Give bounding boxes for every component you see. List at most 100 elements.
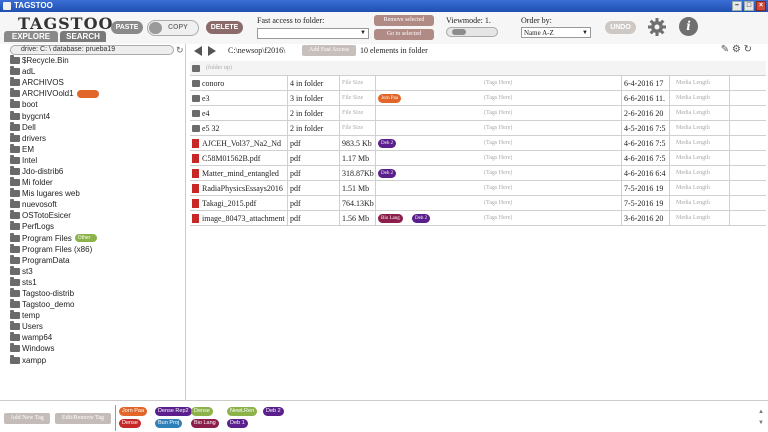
file-row[interactable]: e5 32 2 in folder File Size (Tags Here) 4-5-…: [190, 121, 766, 136]
tree-item[interactable]: Intel: [10, 154, 99, 166]
tree-item[interactable]: drivers: [10, 132, 99, 144]
scroll-down-icon[interactable]: ▼: [758, 420, 766, 428]
file-row[interactable]: C58M01562B.pdf pdf 1.17 Mb (Tags Here) 4-6-2…: [190, 151, 766, 166]
minimize-button[interactable]: –: [732, 1, 742, 11]
folder-icon: [10, 177, 20, 187]
tree-item[interactable]: Tagstoo_demo: [10, 299, 99, 310]
tree-item[interactable]: Program Files Other: [10, 232, 99, 244]
tree-item[interactable]: wamp64: [10, 332, 99, 343]
back-arrow-icon[interactable]: [194, 46, 202, 56]
pool-tag[interactable]: Deb 1: [227, 419, 248, 428]
tree-item[interactable]: EM: [10, 143, 99, 155]
tree-item[interactable]: xampp: [10, 354, 99, 366]
file-tags: Bio Lang Deb 2 (Tags Here): [376, 211, 622, 226]
info-icon[interactable]: i: [679, 17, 698, 36]
remove-selected-button[interactable]: Remove selected: [374, 15, 434, 26]
file-tag[interactable]: Deb 2: [378, 169, 397, 178]
tree-item[interactable]: Program Files (x86): [10, 243, 99, 255]
go-selected-button[interactable]: Go to selected: [374, 29, 434, 40]
file-name: image_80473_attachment: [190, 211, 288, 226]
tree-item[interactable]: ProgramData: [10, 254, 99, 266]
pool-tag[interactable]: Deb 2: [263, 407, 284, 416]
tree-item-label: Windows: [22, 344, 55, 354]
file-row[interactable]: e4 2 in folder File Size (Tags Here) 2-6-201…: [190, 106, 766, 121]
file-tag[interactable]: Jorn Paa: [378, 94, 402, 103]
file-type: pdf: [288, 211, 340, 226]
viewmode-slider-thumb[interactable]: [451, 29, 466, 35]
tree-item[interactable]: Mis lugares web: [10, 188, 99, 199]
tab-explore[interactable]: EXPLORE: [4, 31, 58, 42]
toolbar-icons[interactable]: ✎ ⚙ ↻: [721, 44, 752, 55]
tree-item[interactable]: Dell: [10, 121, 99, 133]
tree-item[interactable]: OSTotoEsicer: [10, 210, 99, 221]
tree-item-label: $Recycle.Bin: [22, 56, 69, 66]
pool-tag[interactable]: Dense Rep2: [155, 407, 192, 416]
file-row[interactable]: AJCEH_Vol37_Na2_Nd pdf 983.5 Kb Deb 2 (Tags …: [190, 136, 766, 151]
file-tag[interactable]: Bio Lang: [378, 214, 403, 223]
orderby-select[interactable]: Name A-Z ▼: [521, 27, 591, 38]
folder-icon: [10, 288, 20, 298]
file-row[interactable]: RadiaPhysicsEssays2016 pdf 1.51 Mb (Tags He…: [190, 181, 766, 196]
pool-tag[interactable]: Jorn Paa: [119, 407, 148, 416]
tree-item-label: bygcnt4: [22, 111, 51, 121]
tree-item[interactable]: ARCHIVOold1: [10, 88, 99, 99]
pool-tag[interactable]: Bio Lang: [191, 419, 219, 428]
tree-item[interactable]: Tagstoo-distrib: [10, 288, 99, 299]
file-tag[interactable]: Deb 2: [378, 139, 397, 148]
media-length: Media Length: [670, 121, 730, 136]
undo-button[interactable]: UNDO: [605, 21, 636, 34]
tag-bar: Add New Tag Edit/Remove Tag Jorn Paa Dens…: [0, 400, 768, 432]
tree-item-tag[interactable]: Other: [74, 234, 97, 243]
tab-search[interactable]: SEARCH: [60, 31, 106, 42]
pool-tag[interactable]: Dense: [191, 407, 213, 416]
file-row[interactable]: conoro 4 in folder File Size (Tags Here) 6-4…: [190, 76, 766, 91]
window-title: TAGSTOO: [14, 1, 53, 10]
pool-tag[interactable]: Dense: [119, 419, 141, 428]
tree-item-label: sts1: [22, 277, 37, 287]
tree-item[interactable]: Mi folder: [10, 177, 99, 188]
folder-icon: [192, 65, 200, 72]
tree-item[interactable]: ARCHIVOS: [10, 77, 99, 88]
tree-item[interactable]: Windows: [10, 343, 99, 354]
file-row[interactable]: image_80473_attachment pdf 1.56 Mb Bio Lang…: [190, 211, 766, 226]
tree-item[interactable]: temp: [10, 310, 99, 321]
file-row[interactable]: e3 3 in folder File Size Jorn Paa (Tags Here…: [190, 91, 766, 106]
tree-item[interactable]: nuevosoft: [10, 199, 99, 210]
tree-item[interactable]: st3: [10, 265, 99, 277]
scroll-up-icon[interactable]: ▲: [758, 409, 766, 417]
pool-tag[interactable]: NewLRen: [227, 407, 258, 416]
folder-up-row[interactable]: (folder up): [190, 61, 766, 76]
close-button[interactable]: ×: [756, 1, 766, 11]
file-tag[interactable]: Deb 2: [412, 214, 431, 223]
element-count: 10 elements in folder: [360, 46, 428, 55]
tree-item[interactable]: PerfLogs: [10, 221, 99, 232]
paste-button[interactable]: PASTE: [111, 21, 143, 34]
tree-item[interactable]: bygcnt4: [10, 110, 99, 121]
forward-arrow-icon[interactable]: [208, 46, 216, 56]
gear-icon[interactable]: [647, 17, 667, 37]
tree-item[interactable]: Users: [10, 321, 99, 332]
file-size: File Size: [340, 76, 376, 91]
maximize-button[interactable]: □: [744, 1, 754, 11]
add-fast-access-button[interactable]: Add Fast Access: [302, 45, 356, 56]
add-new-tag-button[interactable]: Add New Tag: [4, 413, 50, 424]
tree-item[interactable]: Jdo-distrib6: [10, 165, 99, 177]
tree-item[interactable]: $Recycle.Bin: [10, 55, 99, 66]
file-row[interactable]: Matter_mind_entangled pdf 318.87Kb Deb 2 (Ta…: [190, 166, 766, 181]
tree-item[interactable]: boot: [10, 99, 99, 110]
app-icon: [3, 2, 11, 10]
edit-remove-tag-button[interactable]: Edit/Remove Tag: [55, 413, 111, 424]
refresh-icon[interactable]: ↻: [176, 45, 184, 56]
delete-button[interactable]: DELETE: [206, 21, 243, 34]
copy-toggle[interactable]: COPY: [147, 20, 199, 36]
file-row[interactable]: Takagi_2015.pdf pdf 764.13Kb (Tags Here) 7-5…: [190, 196, 766, 211]
tree-item-tag[interactable]: [76, 89, 99, 98]
fast-access-select[interactable]: ▼: [257, 28, 369, 39]
viewmode-slider[interactable]: [446, 27, 498, 37]
tree-item[interactable]: sts1: [10, 276, 99, 288]
file-size: File Size: [340, 106, 376, 121]
tree-item[interactable]: adL: [10, 66, 99, 77]
fast-access-label: Fast access to folder:: [257, 16, 325, 25]
pool-tag[interactable]: Bun Proj: [155, 419, 183, 428]
folder-icon: [10, 77, 20, 87]
